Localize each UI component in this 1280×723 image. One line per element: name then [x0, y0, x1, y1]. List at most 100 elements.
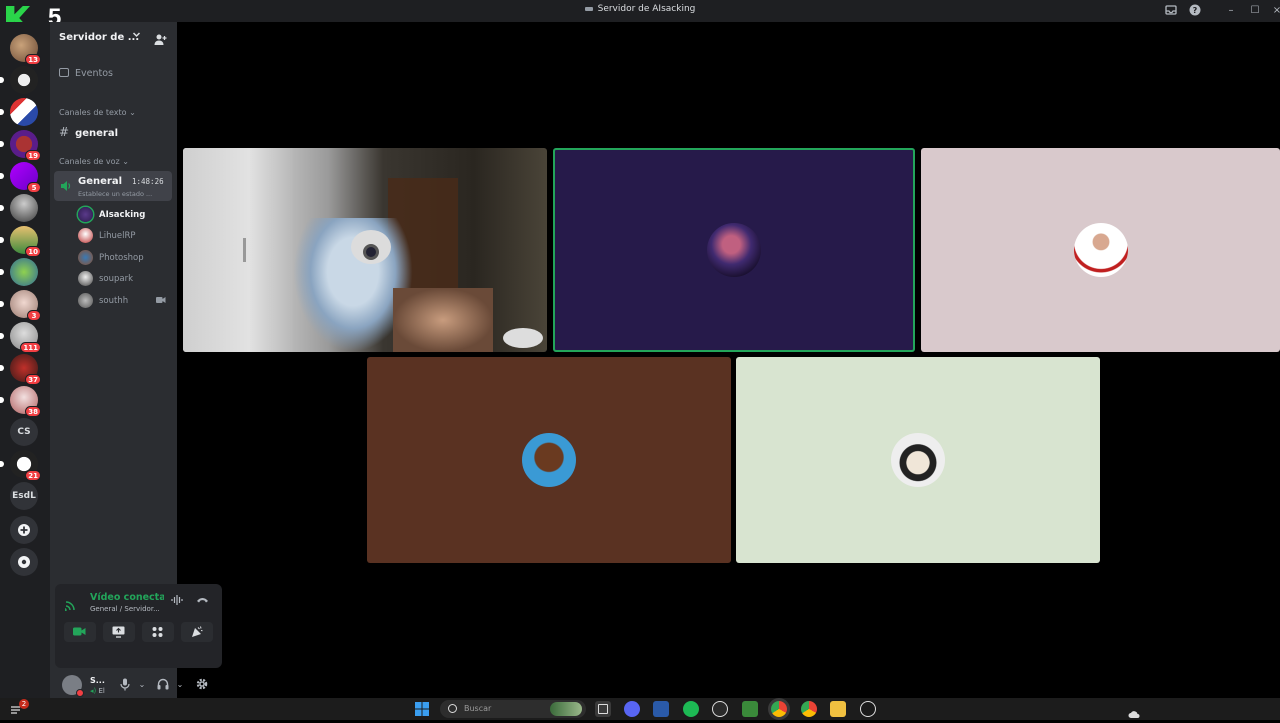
- server-icon[interactable]: 10: [0, 226, 41, 257]
- maximize-icon[interactable]: ☐: [1248, 4, 1262, 18]
- server-icon[interactable]: 5: [0, 162, 41, 193]
- server-icon[interactable]: [0, 258, 38, 286]
- signal-icon[interactable]: [63, 596, 77, 612]
- store-icon[interactable]: [653, 701, 669, 717]
- unread-badge: 38: [25, 406, 41, 417]
- unread-badge: 19: [25, 150, 41, 161]
- help-icon[interactable]: ?: [1188, 4, 1202, 18]
- task-view-icon[interactable]: [595, 701, 611, 717]
- microphone-icon[interactable]: [118, 678, 132, 692]
- video-tile-aisacking[interactable]: [553, 148, 915, 352]
- channel-sidebar: Servidor de ... Eventos Canales de texto…: [50, 22, 222, 698]
- server-icon-esdl[interactable]: EsdL: [10, 482, 38, 510]
- compass-icon: [18, 556, 30, 568]
- settings-gear-icon[interactable]: [195, 678, 209, 692]
- events-label: Eventos: [75, 68, 113, 79]
- explore-button[interactable]: [10, 548, 38, 576]
- chrome-profile-icon[interactable]: [801, 701, 817, 717]
- server-icon[interactable]: [0, 66, 38, 94]
- server-icon[interactable]: 38: [0, 386, 41, 417]
- person-legs: [393, 288, 493, 352]
- server-icon[interactable]: 21: [0, 450, 41, 481]
- soundboard-icon: [192, 626, 203, 637]
- camera-icon: [73, 627, 86, 636]
- avatar: [78, 228, 93, 243]
- unread-badge: 111: [20, 342, 41, 353]
- server-icon[interactable]: 3: [0, 290, 41, 321]
- wardrobe-background: [183, 148, 293, 352]
- close-icon[interactable]: ×: [1270, 4, 1280, 18]
- server-icon[interactable]: [0, 194, 38, 222]
- minimize-icon[interactable]: –: [1224, 4, 1238, 18]
- discord-taskbar-icon[interactable]: [624, 701, 640, 717]
- unread-badge: 21: [25, 470, 41, 481]
- video-tile-lihuelrp[interactable]: [921, 148, 1280, 352]
- server-icon-cs[interactable]: CS: [10, 418, 38, 446]
- category-text-channels[interactable]: Canales de texto ⌄: [59, 108, 136, 117]
- user-name[interactable]: S...: [90, 676, 105, 685]
- steam-icon[interactable]: [712, 701, 728, 717]
- events-link[interactable]: Eventos: [59, 68, 113, 79]
- voice-member[interactable]: southh: [78, 293, 168, 309]
- disconnect-icon[interactable]: [195, 594, 209, 608]
- taskbar-search[interactable]: Buscar: [440, 700, 586, 718]
- chrome-icon[interactable]: [771, 701, 787, 717]
- server-icon[interactable]: [0, 98, 38, 126]
- voice-status: Establece un estado ...: [78, 190, 153, 198]
- video-tile-soupark[interactable]: [736, 357, 1100, 563]
- screen-share-button[interactable]: [103, 622, 135, 642]
- unread-pill: [0, 237, 4, 243]
- activities-icon: [152, 627, 163, 637]
- soundboard-button[interactable]: [181, 622, 213, 642]
- noise-suppression-icon[interactable]: [170, 594, 184, 608]
- server-icon[interactable]: 13: [10, 34, 41, 65]
- unread-pill: [0, 301, 4, 307]
- search-highlight-image: [550, 702, 582, 716]
- start-windows-icon[interactable]: [414, 701, 430, 717]
- server-rail: 13 19 5 10 3 111 37 38 CS 21 EsdL: [0, 22, 50, 698]
- plus-icon: [18, 524, 30, 536]
- server-icon[interactable]: 19: [0, 130, 41, 161]
- unread-pill: [0, 397, 4, 403]
- spotify-icon[interactable]: [683, 701, 699, 717]
- video-tile-camera[interactable]: [183, 148, 547, 352]
- speaker-icon: [60, 177, 72, 191]
- member-name: LihuelRP: [99, 231, 136, 241]
- camera-toggle-button[interactable]: [64, 622, 96, 642]
- minecraft-icon[interactable]: [742, 701, 758, 717]
- server-header[interactable]: Servidor de ...: [50, 22, 177, 54]
- search-icon: [448, 704, 457, 713]
- voice-status-subtitle[interactable]: General / Servidor...: [90, 605, 160, 613]
- avatar: [78, 250, 93, 265]
- server-icon[interactable]: 111: [0, 322, 41, 353]
- call-timer: 1:48:26: [132, 177, 164, 186]
- file-explorer-icon[interactable]: [830, 701, 846, 717]
- mic-options-chevron-icon[interactable]: ⌄: [135, 678, 149, 692]
- channel-general-text[interactable]: # general: [59, 125, 118, 139]
- category-voice-channels[interactable]: Canales de voz ⌄: [59, 157, 129, 166]
- category-label: Canales de voz: [59, 157, 120, 166]
- avatar: [78, 207, 93, 222]
- video-tile-photoshop[interactable]: [367, 357, 731, 563]
- cloud-icon[interactable]: [1128, 704, 1140, 723]
- unread-pill: [0, 109, 4, 115]
- wardrobe-handle: [243, 238, 246, 262]
- audio-options-chevron-icon[interactable]: ⌄: [173, 678, 187, 692]
- channel-label: general: [75, 128, 119, 139]
- avatar: [891, 433, 945, 487]
- windows-taskbar: 2 Buscar: [0, 698, 1280, 720]
- headphones-icon[interactable]: [156, 678, 170, 692]
- server-icon[interactable]: 37: [0, 354, 41, 385]
- invite-user-icon[interactable]: [154, 31, 168, 45]
- notifications-icon[interactable]: 2: [10, 699, 29, 721]
- unread-pill: [0, 333, 4, 339]
- voice-channel-general[interactable]: General 1:48:26 Establece un estado ...: [54, 171, 172, 201]
- chevron-down-icon: ⌄: [129, 108, 136, 117]
- activities-button[interactable]: [142, 622, 174, 642]
- inbox-icon[interactable]: [1164, 4, 1178, 18]
- voice-connection-panel: Vídeo conectado General / Servidor...: [55, 584, 222, 668]
- status-dnd-icon: [76, 689, 84, 697]
- avatar: [78, 271, 93, 286]
- media-player-icon[interactable]: [860, 701, 876, 717]
- add-server-button[interactable]: [10, 516, 38, 544]
